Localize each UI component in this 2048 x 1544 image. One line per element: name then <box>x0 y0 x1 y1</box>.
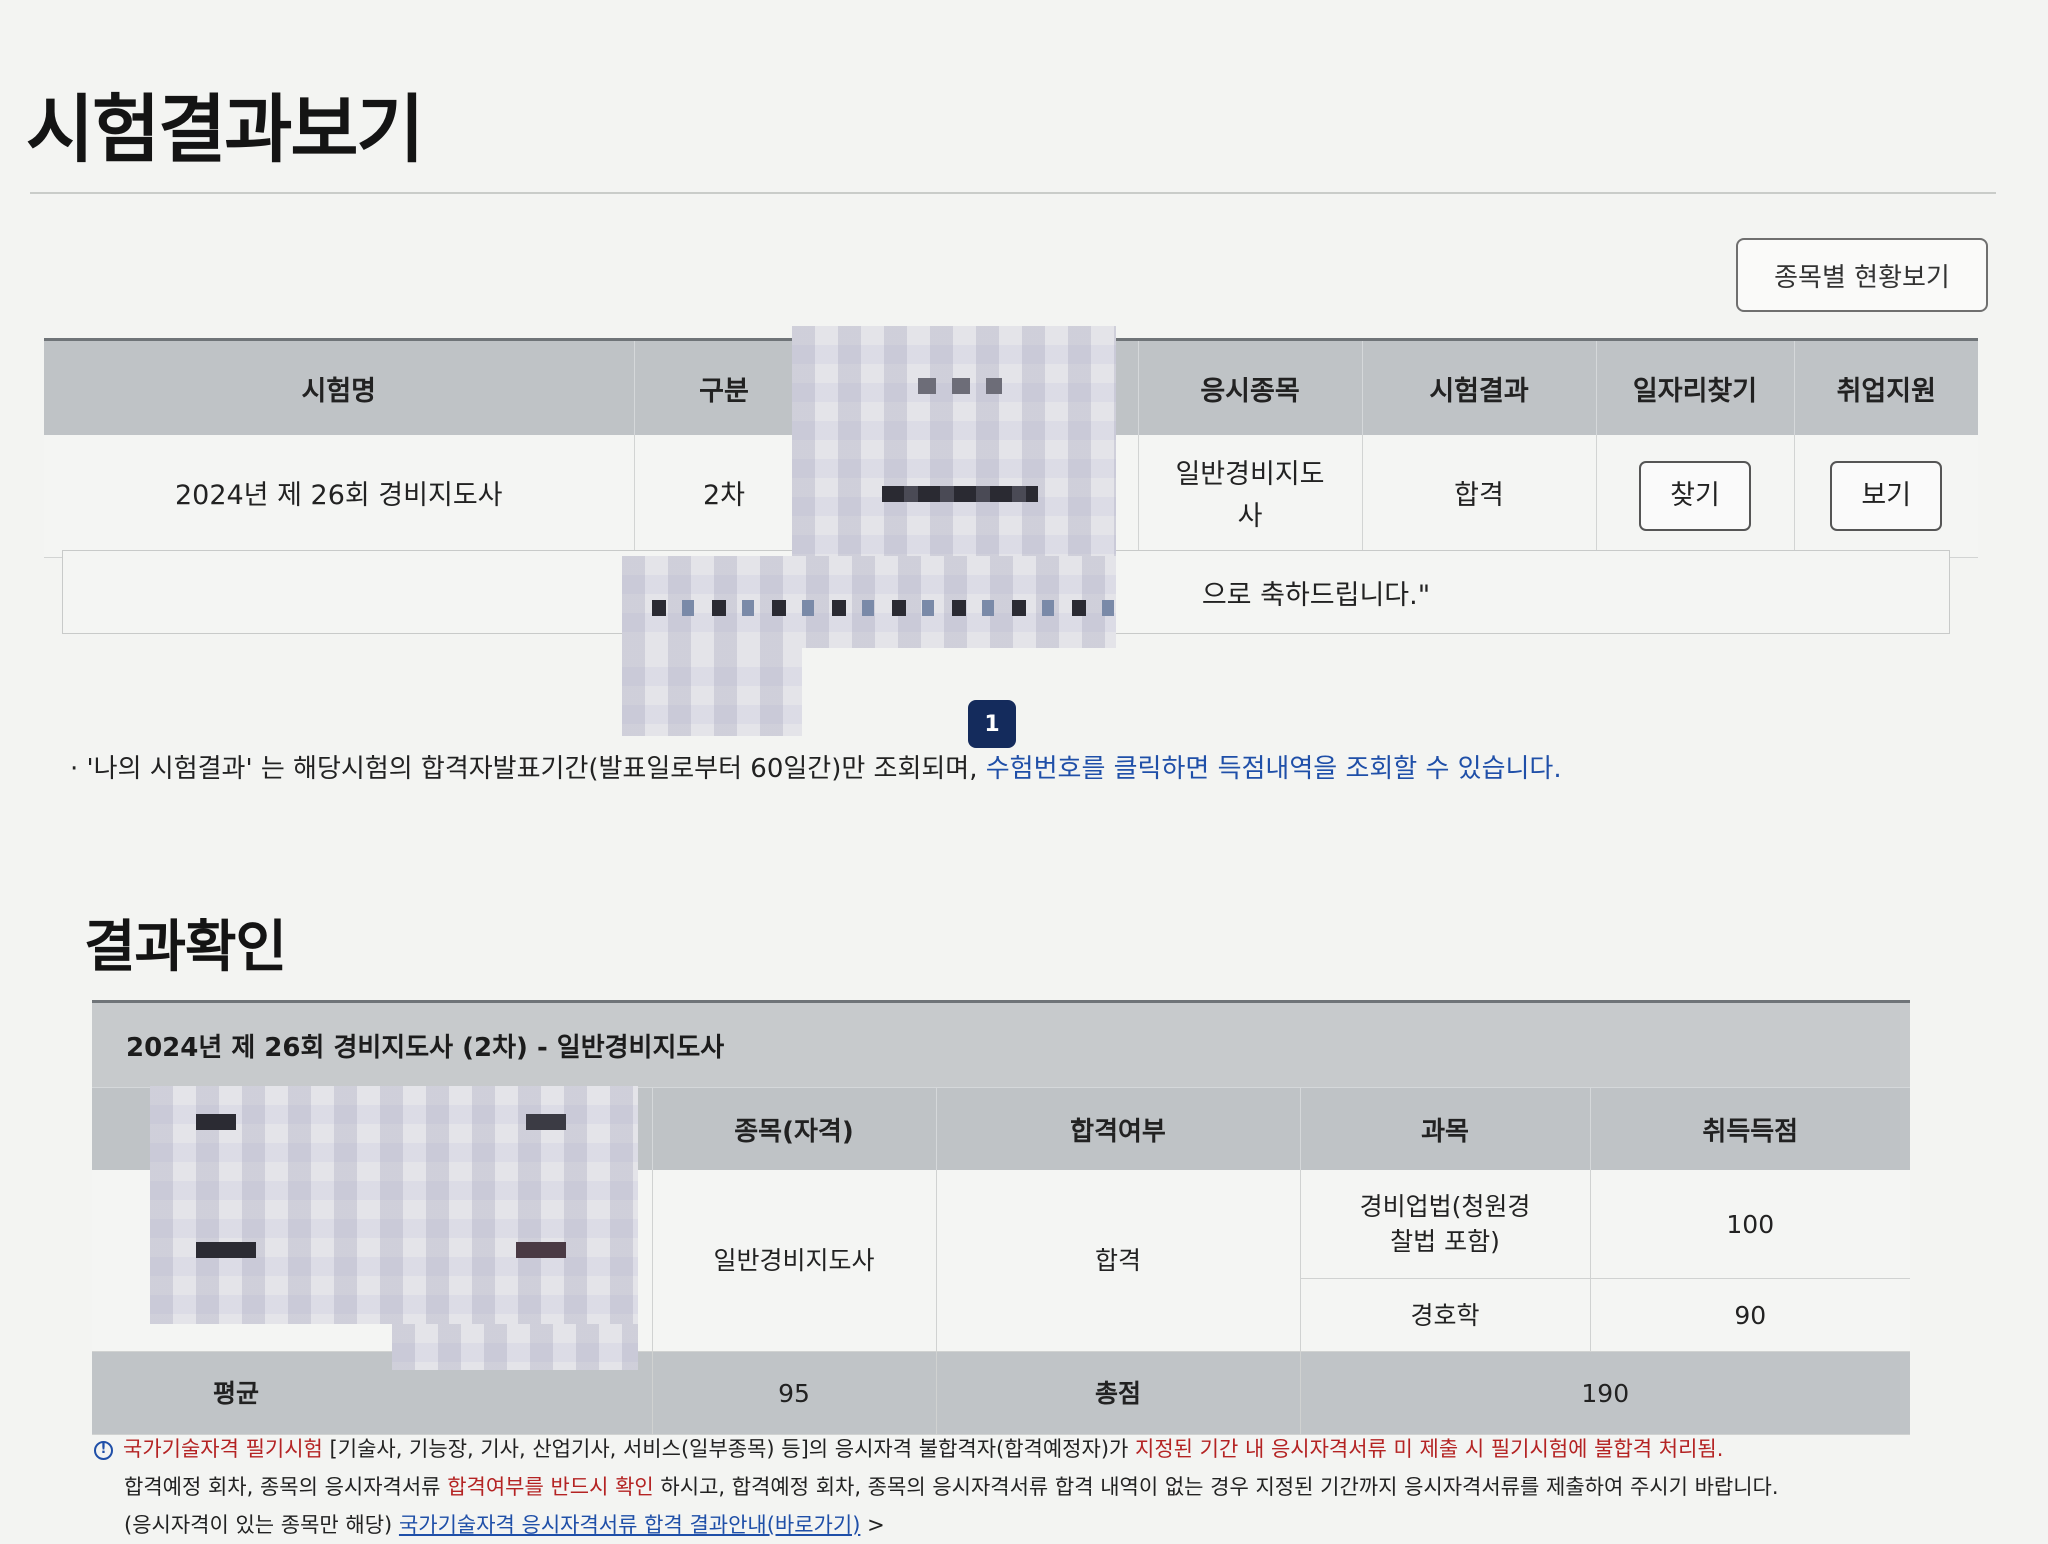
page-title: 시험결과보기 <box>26 87 424 173</box>
redacted-region <box>622 648 802 736</box>
average-label: 평균 <box>213 1378 260 1408</box>
redacted-mark <box>196 1114 566 1130</box>
warning-line-2: 합격예정 회차, 종목의 응시자격서류 합격여부를 반드시 확인 하시고, 합격… <box>124 1468 1779 1506</box>
subject-text: 일반경비지도사 <box>1175 459 1325 532</box>
header-job-search: 일자리찾기 <box>1596 338 1795 435</box>
header-exam-name: 시험명 <box>44 338 635 435</box>
result-check-title: 결과확인 <box>84 915 287 980</box>
cell-subject-score: 90 <box>1590 1278 1910 1352</box>
cell-result: 합격 <box>1362 435 1597 558</box>
cell-category: 일반경비지도사 <box>652 1170 937 1352</box>
header-employment-support: 취업지원 <box>1794 338 1978 435</box>
warning-red-3: 합격여부를 반드시 확인 <box>447 1475 654 1499</box>
total-label: 총점 <box>936 1351 1301 1435</box>
header-subject: 응시종목 <box>1138 338 1363 435</box>
cell-subject: 일반경비지도사 <box>1138 435 1363 558</box>
cell-job-search: 찾기 <box>1596 435 1795 558</box>
average-pair: 평균 <box>93 1376 651 1411</box>
redacted-mark <box>652 600 1116 616</box>
cell-subject-name: 경비업법(청원경찰법 포함) <box>1300 1170 1591 1279</box>
detail-header-category: 종목(자격) <box>652 1087 937 1170</box>
redacted-region <box>150 1086 638 1324</box>
redacted-region <box>392 1324 638 1370</box>
header-result: 시험결과 <box>1362 338 1597 435</box>
redacted-mark <box>918 378 1002 394</box>
cell-employment-support: 보기 <box>1794 435 1978 558</box>
warning-text-3: (응시자격이 있는 종목만 해당) <box>124 1513 399 1537</box>
cell-subject-score: 100 <box>1590 1170 1910 1279</box>
cell-round: 2차 <box>634 435 815 558</box>
warning-line-1: ! 국가기술자격 필기시험 [기술사, 기능장, 기사, 산업기사, 서비스(일부… <box>94 1430 1779 1468</box>
summary-row: 평균 95 총점 190 <box>92 1351 1910 1435</box>
qualification-result-link[interactable]: 국가기술자격 응시자격서류 합격 결과안내(바로가기) <box>399 1513 860 1537</box>
warning-red-2: 지정된 기간 내 응시자격서류 미 제출 시 필기시험에 불합격 처리됨. <box>1135 1437 1724 1461</box>
results-notice: · '나의 시험결과' 는 해당시험의 합격자발표기간(발표일로부터 60일간)… <box>70 748 1562 785</box>
redacted-mark <box>196 1242 566 1258</box>
header-round: 구분 <box>634 338 815 435</box>
detail-header-score: 취득득점 <box>1590 1087 1910 1170</box>
warning-text-2b: 하시고, 합격예정 회차, 종목의 응시자격서류 합격 내역이 없는 경우 지정… <box>653 1475 1779 1499</box>
detail-header-pass: 합격여부 <box>936 1087 1301 1170</box>
document-warning: ! 국가기술자격 필기시험 [기술사, 기능장, 기사, 산업기사, 서비스(일부… <box>94 1430 1779 1544</box>
warning-red-1: 국가기술자격 필기시험 <box>123 1437 323 1461</box>
page: 시험결과보기 종목별 현황보기 시험명 구분 응시종목 시험결과 일자리찾기 취… <box>0 0 2048 1537</box>
redacted-mark <box>882 486 1038 502</box>
redacted-region <box>622 556 1116 648</box>
detail-header-subject: 과목 <box>1300 1087 1591 1170</box>
notice-link-text: 수험번호를 클릭하면 득점내역을 조회할 수 있습니다. <box>985 754 1562 784</box>
job-search-button[interactable]: 찾기 <box>1639 461 1751 531</box>
employment-support-button[interactable]: 보기 <box>1830 461 1943 531</box>
subject-name-text: 경비업법(청원경찰법 포함) <box>1359 1192 1531 1256</box>
cell-exam-name: 2024년 제 26회 경비지도사 <box>44 435 635 558</box>
cell-subject-name: 경호학 <box>1300 1278 1591 1352</box>
result-check-exam-header: 2024년 제 26회 경비지도사 (2차) - 일반경비지도사 <box>92 1000 1910 1087</box>
warning-line-3: (응시자격이 있는 종목만 해당) 국가기술자격 응시자격서류 합격 결과안내(… <box>124 1506 1779 1544</box>
chevron-right-icon: > <box>867 1513 885 1537</box>
title-divider <box>30 192 1996 194</box>
warning-text-2a: 합격예정 회차, 종목의 응시자격서류 <box>124 1475 448 1499</box>
total-value: 190 <box>1300 1351 1910 1435</box>
status-by-category-button[interactable]: 종목별 현황보기 <box>1736 238 1988 312</box>
notice-text: · '나의 시험결과' 는 해당시험의 합격자발표기간(발표일로부터 60일간)… <box>70 754 978 784</box>
warning-text-1: [기술사, 기능장, 기사, 산업기사, 서비스(일부종목) 등]의 응시자격 … <box>322 1437 1136 1461</box>
average-value: 95 <box>652 1351 937 1435</box>
pagination-page-1[interactable]: 1 <box>968 700 1016 748</box>
info-icon: ! <box>94 1440 113 1460</box>
cell-pass-status: 합격 <box>936 1170 1301 1352</box>
congrats-text: 으로 축하드립니다." <box>1201 579 1431 611</box>
